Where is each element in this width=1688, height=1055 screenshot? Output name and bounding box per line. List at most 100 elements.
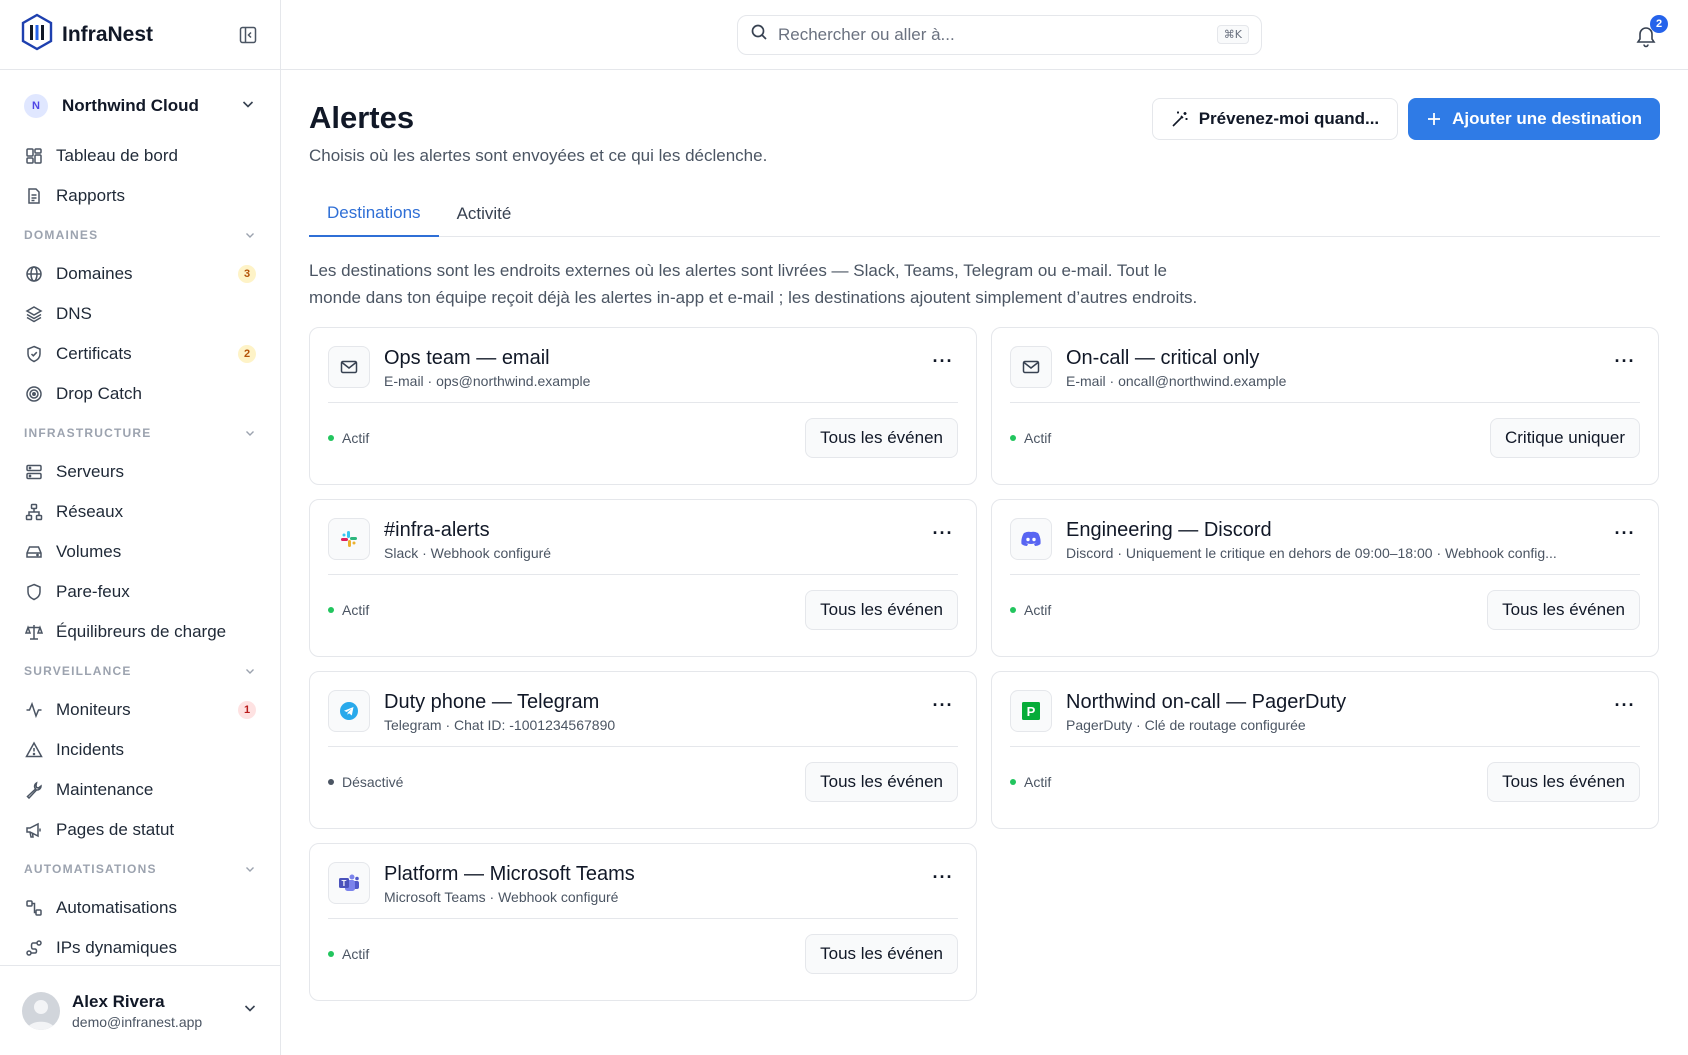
report-icon [24, 186, 44, 206]
user-email: demo@infranest.app [72, 1013, 203, 1030]
sidebar-item-drop-catch[interactable]: Drop Catch [12, 374, 268, 414]
sidebar-item-pages-de-statut[interactable]: Pages de statut [12, 810, 268, 850]
section-automatisations[interactable]: AUTOMATISATIONS [12, 850, 268, 888]
more-options-icon[interactable]: ··· [1610, 346, 1640, 376]
brand-name: InfraNest [62, 22, 154, 46]
page-subtitle: Choisis où les alertes sont envoyées et … [309, 146, 768, 165]
more-options-icon[interactable]: ··· [928, 518, 958, 548]
status-badge: Désactivé [328, 774, 403, 790]
add-destination-button[interactable]: Ajouter une destination [1408, 98, 1660, 140]
event-filter-button[interactable]: Tous les événen [805, 934, 958, 974]
sidebar-item-tableau-de-bord[interactable]: Tableau de bord [12, 136, 268, 176]
event-filter-button[interactable]: Critique uniquer [1489, 418, 1640, 458]
svg-text:T: T [342, 879, 347, 888]
sidebar-item-label: Maintenance [56, 780, 154, 799]
sidebar-item-equilibreurs[interactable]: Équilibreurs de charge [12, 612, 268, 652]
destination-subtitle: Discord · Uniquement le critique en deho… [1066, 545, 1557, 561]
sidebar-item-label: Pare-feux [56, 582, 130, 601]
magic-wand-icon [1172, 111, 1188, 127]
target-icon [24, 384, 44, 404]
sidebar-item-domaines[interactable]: Domaines 3 [12, 254, 268, 294]
network-icon [24, 502, 44, 522]
status-label: Actif [1024, 430, 1052, 446]
more-options-icon[interactable]: ··· [928, 862, 958, 892]
destination-card[interactable]: P Northwind on-call — PagerDuty PagerDut… [991, 671, 1659, 829]
sidebar-item-label: Certificats [56, 344, 132, 363]
notify-me-label: Prévenez-moi quand... [1198, 109, 1380, 128]
more-options-icon[interactable]: ··· [928, 690, 958, 720]
sidebar-item-dns[interactable]: DNS [12, 294, 268, 334]
page-body: Alertes Choisis où les alertes sont envo… [281, 70, 1688, 1001]
status-badge: Actif [1010, 602, 1051, 618]
event-filter-button[interactable]: Tous les événen [1487, 590, 1640, 630]
pagerduty-icon: P [1010, 690, 1052, 732]
status-label: Actif [1024, 602, 1052, 618]
destinations-description: Les destinations sont les endroits exter… [309, 261, 1198, 307]
brand[interactable]: InfraNest [20, 13, 153, 56]
sidebar-item-serveurs[interactable]: Serveurs [12, 452, 268, 492]
scale-icon [24, 622, 44, 642]
status-badge: Actif [1010, 430, 1051, 446]
destination-card[interactable]: Duty phone — Telegram Telegram · Chat ID… [309, 671, 977, 829]
sidebar-item-maintenance[interactable]: Maintenance [12, 770, 268, 810]
slack-icon [328, 518, 370, 560]
more-options-icon[interactable]: ··· [1610, 518, 1640, 548]
search-placeholder: Rechercher ou aller à... [778, 24, 955, 44]
plus-icon [1428, 113, 1441, 125]
count-badge: 2 [238, 345, 256, 363]
status-dot [1010, 435, 1016, 441]
sidebar-item-certificats[interactable]: Certificats 2 [12, 334, 268, 374]
sidebar-item-label: Serveurs [56, 462, 125, 481]
section-infrastructure[interactable]: INFRASTRUCTURE [12, 414, 268, 452]
warning-icon [24, 740, 44, 760]
destination-card[interactable]: On-call — critical only E-mail · oncall@… [991, 327, 1659, 485]
avatar [22, 991, 60, 1030]
notifications-button[interactable]: 2 [1632, 15, 1668, 50]
status-dot [328, 951, 334, 957]
sidebar-item-ips-dynamiques[interactable]: IPs dynamiques [12, 928, 268, 965]
more-options-icon[interactable]: ··· [928, 346, 958, 376]
svg-text:P: P [1027, 704, 1036, 719]
org-switcher[interactable]: N Northwind Cloud [12, 84, 268, 128]
destination-card[interactable]: T Platform — Microsoft Teams Microsoft T… [309, 843, 977, 1001]
destination-card[interactable]: Ops team — email E-mail · ops@northwind.… [309, 327, 977, 485]
sidebar-item-moniteurs[interactable]: Moniteurs 1 [12, 690, 268, 730]
sidebar-item-label: Pages de statut [56, 820, 175, 839]
event-filter-button[interactable]: Tous les événen [1487, 762, 1640, 802]
user-menu[interactable]: Alex Rivera demo@infranest.app [0, 965, 280, 1055]
sidebar-item-rapports[interactable]: Rapports [12, 176, 268, 216]
destination-title: Duty phone — Telegram [384, 691, 600, 713]
section-title: DOMAINES [24, 228, 99, 242]
destinations-grid: Ops team — email E-mail · ops@northwind.… [309, 327, 1660, 1001]
section-title: AUTOMATISATIONS [24, 862, 157, 876]
sidebar-item-pare-feux[interactable]: Pare-feux [12, 572, 268, 612]
destination-card[interactable]: #infra-alerts Slack · Webhook configuré … [309, 499, 977, 657]
sidebar-item-reseaux[interactable]: Réseaux [12, 492, 268, 532]
status-dot [1010, 779, 1016, 785]
collapse-sidebar-icon[interactable] [236, 23, 260, 47]
org-avatar: N [24, 94, 48, 118]
tab-activite[interactable]: Activité [439, 190, 530, 237]
sidebar-item-incidents[interactable]: Incidents [12, 730, 268, 770]
notify-me-button[interactable]: Prévenez-moi quand... [1151, 98, 1399, 140]
sidebar-item-volumes[interactable]: Volumes [12, 532, 268, 572]
discord-icon [1010, 518, 1052, 560]
search-input[interactable]: Rechercher ou aller à... ⌘K [737, 14, 1262, 55]
section-title: SURVEILLANCE [24, 664, 132, 678]
tab-destinations[interactable]: Destinations [309, 190, 439, 237]
more-options-icon[interactable]: ··· [1610, 690, 1640, 720]
event-filter-button[interactable]: Tous les événen [805, 590, 958, 630]
sidebar-item-automatisations[interactable]: Automatisations [12, 888, 268, 928]
destination-card[interactable]: Engineering — Discord Discord · Uniqueme… [991, 499, 1659, 657]
event-filter-button[interactable]: Tous les événen [805, 418, 958, 458]
event-filter-button[interactable]: Tous les événen [805, 762, 958, 802]
infranest-logo-icon [20, 13, 54, 56]
destination-title: Platform — Microsoft Teams [384, 863, 635, 885]
section-surveillance[interactable]: SURVEILLANCE [12, 652, 268, 690]
search-icon [750, 23, 768, 46]
user-name: Alex Rivera [72, 991, 165, 1011]
chevron-down-icon [246, 669, 254, 674]
section-domaines[interactable]: DOMAINES [12, 216, 268, 254]
sidebar-item-label: Domaines [56, 264, 133, 283]
dashboard-icon [24, 146, 44, 166]
